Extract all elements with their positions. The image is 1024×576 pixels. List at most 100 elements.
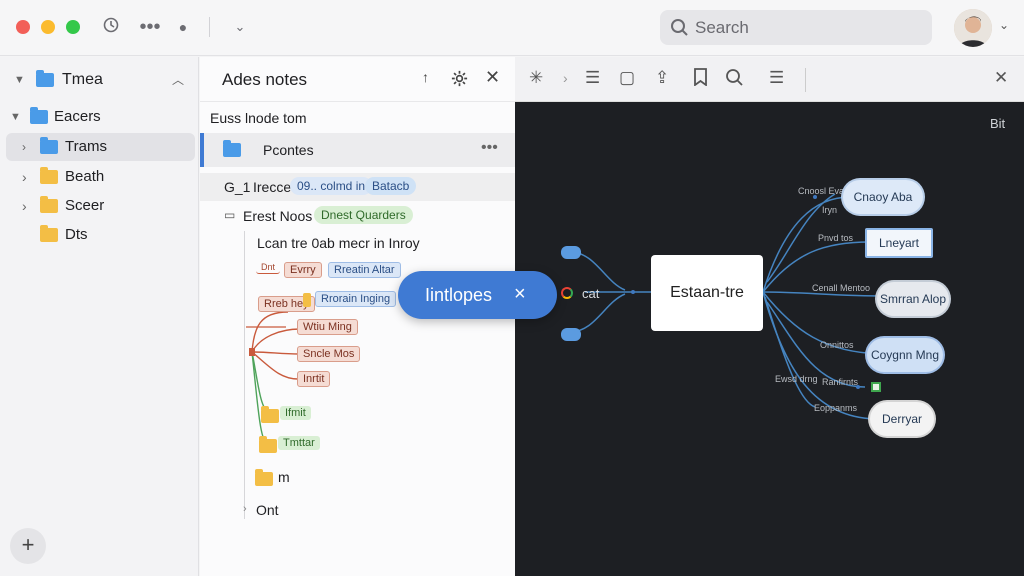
branch-label: Ranfirnts [822, 377, 859, 387]
mindmap-node[interactable]: Tmttar [278, 436, 320, 450]
avatar[interactable] [954, 9, 992, 47]
mindmap-central-node[interactable]: Estaan-tre [651, 255, 763, 331]
sidebar-item-beath[interactable]: › Beath [0, 163, 199, 191]
minimize-window-button[interactable] [41, 20, 55, 34]
close-icon[interactable]: × [514, 283, 526, 306]
folder-icon [36, 70, 54, 87]
mindmap-node[interactable]: Wtiu Ming [297, 319, 358, 335]
tag-badge: Dnest Quarders [314, 206, 413, 224]
mindmap-node[interactable]: Dnt [256, 261, 281, 274]
sidebar-root-label: Tmea [62, 71, 103, 88]
sidebar-item-eacers[interactable]: ▼ Eacers [0, 103, 199, 131]
more-icon[interactable]: ••• [481, 139, 498, 157]
notes-subtitle: Euss lnode tom [210, 110, 307, 126]
note-icon [303, 293, 311, 307]
mindmap-node[interactable]: Rrorain Inging [315, 291, 397, 307]
document-icon[interactable]: ▢ [619, 68, 635, 88]
mindmap-cloud-node[interactable]: Smrran Alop [877, 282, 949, 316]
sidebar-root[interactable]: ▼ Tmea ︿ [0, 66, 199, 94]
tag-badge: 09.. colmd in [290, 177, 373, 195]
close-icon[interactable]: ✕ [485, 67, 500, 88]
list-item-label: Erest Noos [243, 208, 313, 224]
chevron-down-icon: ▼ [10, 111, 21, 123]
list-item-label[interactable]: m [278, 469, 290, 485]
selection-indicator [200, 133, 204, 167]
chevron-down-icon[interactable]: ⌄ [230, 16, 250, 38]
mindmap-node[interactable]: Evrry [284, 262, 322, 278]
mindmap-canvas[interactable]: Bit cat Estaan-tre Cnoosl Evac Iryn Pnvd… [515, 102, 1024, 576]
account-chevron-icon[interactable]: ⌄ [999, 18, 1009, 32]
mindmap-box-node[interactable]: Lneyart [865, 228, 933, 258]
mindmap-cloud-node[interactable]: Derryar [870, 402, 934, 436]
search-icon[interactable] [725, 68, 744, 92]
branch-label: Pnvd tos [818, 233, 854, 243]
sidebar-item-sceer[interactable]: › Sceer [0, 192, 199, 220]
list-item-label[interactable]: Ont [256, 502, 279, 518]
chevron-right-icon[interactable]: › [563, 70, 568, 86]
close-icon[interactable]: ✕ [994, 68, 1008, 88]
gear-icon[interactable] [450, 69, 469, 93]
mindmap-stub-node[interactable] [561, 328, 581, 341]
floating-tag-chip[interactable]: Iintlopes × [398, 271, 557, 319]
mindmap-node[interactable]: Sncle Mos [297, 346, 361, 362]
sidebar-item-label: Trams [65, 138, 107, 155]
search-field[interactable]: Search [660, 10, 932, 45]
branch-label: Onnittos [820, 340, 854, 350]
google-icon [561, 287, 573, 299]
add-button[interactable]: + [10, 528, 46, 564]
bookmark-icon[interactable] [693, 68, 708, 91]
close-window-button[interactable] [16, 20, 30, 34]
folder-icon [40, 196, 58, 213]
list-item-prefix: G_1 [224, 179, 251, 195]
sidebar-item-trams[interactable]: › Trams [6, 133, 195, 161]
sparkle-icon[interactable]: ✳ [529, 68, 543, 88]
share-icon[interactable]: ⇪ [655, 68, 669, 88]
branch-label: Cenall Mentoo [812, 283, 871, 293]
node-label: cat [582, 286, 600, 301]
folder-icon [255, 469, 273, 486]
mindmap-stub-node[interactable] [561, 246, 581, 259]
folder-icon [261, 406, 279, 423]
chevron-right-icon[interactable]: › [243, 503, 247, 515]
mindmap-cloud-node[interactable]: Coygnn Mng [867, 338, 943, 372]
sidebar-item-label: Beath [65, 168, 105, 185]
mindmap-cloud-node[interactable]: Cnaoy Aba [843, 180, 923, 214]
more-icon[interactable]: ••• [138, 16, 162, 38]
toolbar-divider [209, 17, 210, 37]
folder-icon [40, 167, 58, 184]
mindmap-node[interactable]: Inrtit [297, 371, 331, 387]
list-item-selected[interactable]: Pcontes ••• [200, 133, 515, 167]
notes-header: Ades notes ↑ ✕ [200, 57, 515, 102]
dot-icon[interactable]: ● [176, 16, 190, 38]
branch-label: Cnoosl Evac [798, 186, 849, 196]
chevron-down-icon: ▼ [14, 74, 25, 86]
chevron-up-icon[interactable]: ︿ [172, 66, 184, 94]
list-icon[interactable]: ☰ [585, 68, 600, 88]
search-placeholder: Search [695, 18, 749, 37]
sidebar-item-dts[interactable]: Dts [0, 221, 199, 249]
chevron-right-icon: › [22, 169, 27, 185]
list-item[interactable]: ▭ Erest Noos Dnest Quarders [200, 205, 515, 229]
menu-icon[interactable]: ☰ [769, 68, 784, 88]
checkbox-icon[interactable] [871, 382, 881, 392]
maximize-window-button[interactable] [66, 20, 80, 34]
list-item-label: Pcontes [263, 142, 314, 158]
list-item-label: Irecce [253, 179, 292, 195]
mindmap-node[interactable]: Ifmit [280, 406, 311, 420]
history-icon[interactable] [100, 16, 122, 38]
chevron-right-icon: › [22, 198, 27, 214]
folder-icon [40, 137, 58, 154]
sidebar: ▼ Tmea ︿ ▼ Eacers › Trams › Beath › Scee… [0, 57, 199, 576]
mindmap-connections [569, 193, 888, 420]
mindmap-node[interactable]: Rreatin Altar [328, 262, 401, 278]
chip-label: Iintlopes [425, 285, 493, 305]
mindmap-toolbar: ✳ › ☰ ▢ ⇪ ☰ ✕ [515, 57, 1024, 102]
branch-label: Ewsd drng [775, 374, 818, 384]
title-bar: ••• ● ⌄ Search ⌄ [0, 0, 1024, 56]
toolbar-divider [805, 68, 806, 92]
pin-icon[interactable]: ↑ [422, 69, 429, 85]
folder-icon [223, 140, 241, 157]
folder-icon [40, 225, 58, 242]
list-item[interactable]: G_1 Irecce 09.. colmd in Batacb [200, 173, 515, 201]
tag-badge: Batacb [365, 177, 417, 195]
